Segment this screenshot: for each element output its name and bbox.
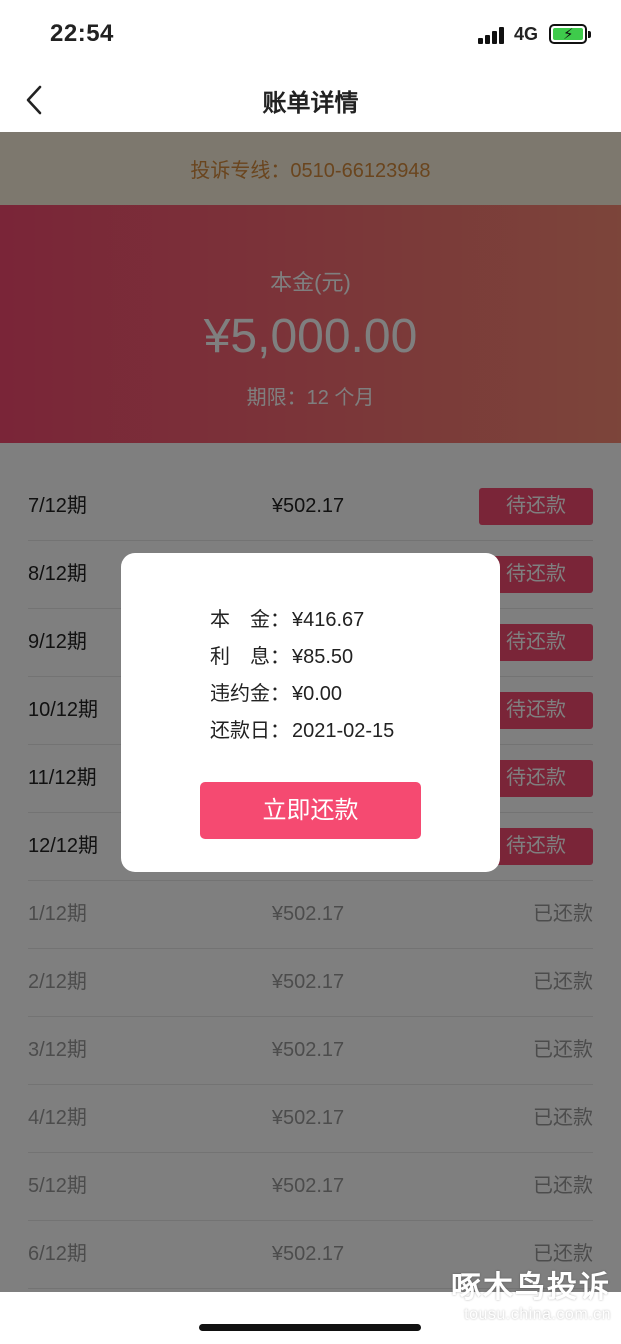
due-date-line: 还款日： 2021-02-15 <box>210 716 394 753</box>
repayment-detail-dialog: 本 金： ¥416.67 利 息： ¥85.50 违约金： ¥0.00 还款日：… <box>121 553 500 872</box>
status-bar: 22:54 4G ⚡ <box>0 0 621 68</box>
principal-line: 本 金： ¥416.67 <box>210 605 394 642</box>
interest-key: 利 息： <box>210 646 290 668</box>
watermark-logo-text: 啄木鸟投诉 <box>451 1270 611 1305</box>
signal-bars-icon <box>478 26 506 44</box>
interest-line: 利 息： ¥85.50 <box>210 642 394 679</box>
penalty-line: 违约金： ¥0.00 <box>210 679 394 716</box>
nav-bar: 账单详情 <box>0 68 621 132</box>
watermark-url: tousu.china.com.cn <box>464 1306 611 1323</box>
due-date-value: 2021-02-15 <box>292 720 395 742</box>
interest-value: ¥85.50 <box>292 646 354 668</box>
watermark: 啄木鸟投诉 tousu.china.com.cn <box>451 1262 611 1324</box>
repayment-details: 本 金： ¥416.67 利 息： ¥85.50 违约金： ¥0.00 还款日：… <box>210 605 394 753</box>
battery-charging-icon: ⚡ <box>549 24 591 44</box>
due-date-key: 还款日： <box>210 720 290 742</box>
network-type: 4G <box>514 24 539 44</box>
penalty-key: 违约金： <box>210 683 290 705</box>
principal-value: ¥416.67 <box>292 609 365 631</box>
page-title: 账单详情 <box>262 90 359 117</box>
principal-key: 本 金： <box>210 609 290 631</box>
pay-now-button[interactable]: 立即还款 <box>200 782 421 839</box>
penalty-value: ¥0.00 <box>292 683 343 705</box>
home-indicator[interactable] <box>199 1324 421 1331</box>
status-time: 22:54 <box>50 20 114 47</box>
